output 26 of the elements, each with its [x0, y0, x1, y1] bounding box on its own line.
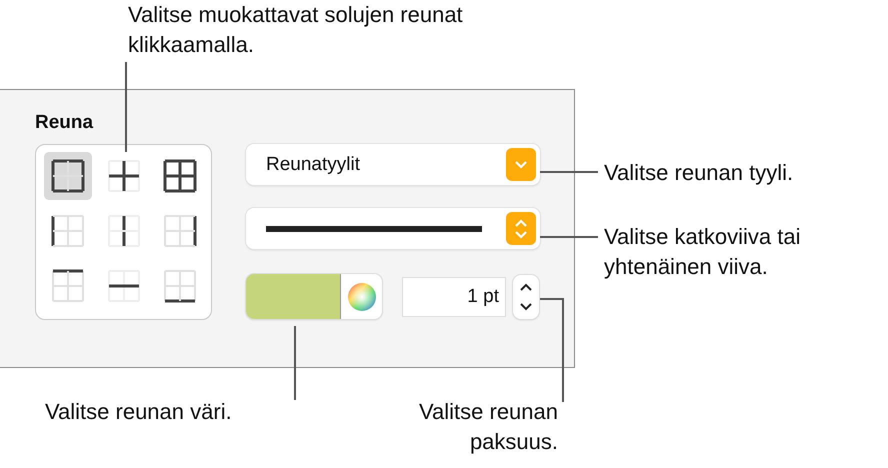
callout-text: Valitse reunan väri. [45, 398, 232, 426]
chevron-down-icon [514, 160, 528, 169]
border-grid-icon [51, 214, 85, 248]
border-option-button[interactable] [44, 152, 92, 200]
line-style-menu[interactable] [246, 208, 540, 249]
up-down-chevron-icon [514, 216, 528, 240]
width-stepper[interactable] [513, 274, 539, 318]
leader-line [540, 236, 598, 238]
border-grid-icon [163, 214, 197, 248]
border-grid-icon [163, 269, 197, 303]
callout-text: Valitse reunan tyyli. [604, 159, 794, 187]
callout-text: Valitse katkoviiva tai yhtenäinen viiva. [604, 223, 802, 281]
border-grid-icon [107, 214, 141, 248]
color-well[interactable] [246, 274, 382, 319]
section-heading: Reuna [35, 112, 94, 134]
callout-text: Valitse muokattavat solujen reunat klikkaamalla. [128, 1, 464, 59]
border-grid-icon [107, 269, 141, 303]
border-width-field[interactable]: 1 pt [402, 276, 506, 316]
leader-line [540, 171, 598, 173]
callout-text: Valitse reunan paksuus. [418, 398, 558, 456]
border-style-menu[interactable]: Reunatyylit [246, 144, 540, 185]
border-grid-icon [163, 159, 197, 193]
border-grid-icon [51, 159, 85, 193]
color-wheel-icon [346, 282, 376, 312]
border-grid-icon [51, 269, 85, 303]
border-grid-icon [107, 159, 141, 193]
